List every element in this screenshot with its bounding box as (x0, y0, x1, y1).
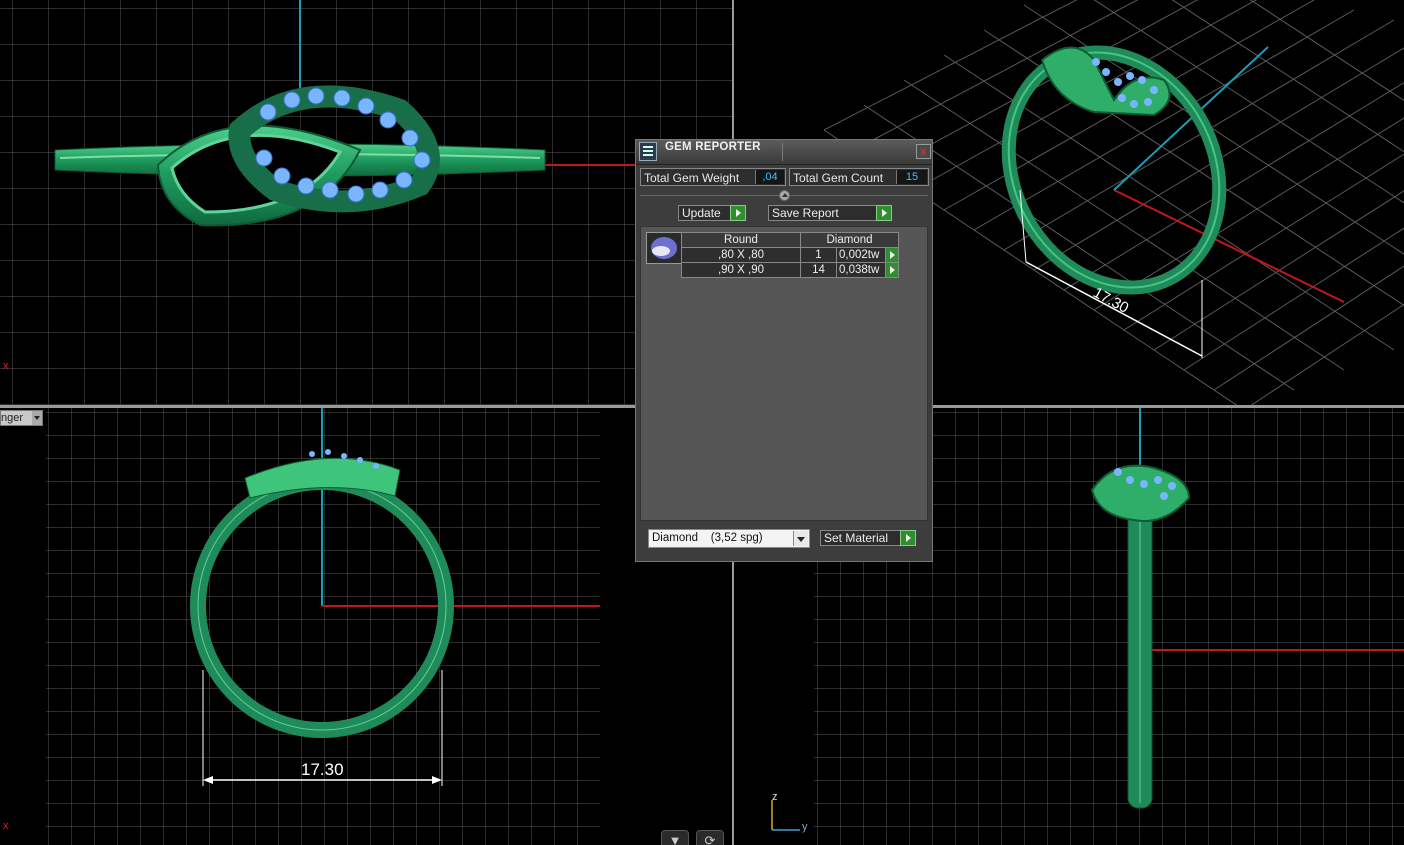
gem-list[interactable]: Round Diamond ,80 X ,80 1 0,002tw ,90 X … (640, 226, 928, 521)
total-gem-weight-value: ,04 (755, 170, 784, 184)
set-material-button-label: Set Material (824, 531, 889, 545)
viewport-top-canvas (0, 0, 732, 405)
set-material-button[interactable]: Set Material (820, 530, 916, 546)
titlebar-divider (782, 143, 783, 161)
total-gem-count-label: Total Gem Count (793, 171, 884, 185)
axis-x-marker: x (3, 360, 9, 372)
table-row[interactable]: ,80 X ,80 1 0,002tw (681, 247, 899, 263)
pin-icon[interactable]: ▼ (661, 830, 689, 845)
gem-count: 14 (800, 262, 837, 278)
axis-x-marker-front: x (3, 820, 9, 832)
material-select-value: Diamond (3,52 spg) (652, 532, 763, 544)
material-header: Diamond (800, 232, 899, 248)
dialog-titlebar[interactable]: GEM REPORTER x (636, 140, 932, 165)
chevron-down-icon (32, 411, 42, 425)
viewport-top[interactable]: x (0, 0, 732, 405)
save-report-button[interactable]: Save Report (768, 205, 892, 221)
view-selector[interactable]: nger (0, 410, 43, 426)
gem-size: ,80 X ,80 (681, 247, 801, 263)
axis-y-label: y (802, 821, 808, 833)
close-icon[interactable]: x (916, 144, 931, 159)
row-arrow-icon[interactable] (885, 247, 899, 263)
gem-reporter-dialog: GEM REPORTER x Total Gem Weight ,04 Tota… (635, 139, 933, 562)
gem-reporter-icon (639, 142, 657, 161)
gem-count: 1 (800, 247, 837, 263)
play-arrow-icon (900, 530, 916, 546)
viewport-front[interactable]: 17.30 nger x ▼ ⟳ (0, 408, 732, 845)
row-arrow-icon[interactable] (885, 262, 899, 278)
gem-table: Round Diamond ,80 X ,80 1 0,002tw ,90 X … (681, 232, 899, 278)
axis-z-label: z (772, 791, 778, 803)
material-select[interactable]: Diamond (3,52 spg) (648, 529, 810, 548)
gem-weight: 0,038tw (836, 262, 886, 278)
gem-size: ,90 X ,90 (681, 262, 801, 278)
play-arrow-icon (730, 205, 746, 221)
total-gem-count-value: 15 (896, 170, 927, 184)
gem-weight: 0,002tw (836, 247, 886, 263)
gem-table-header: Round Diamond (681, 232, 899, 248)
shape-header: Round (681, 232, 801, 248)
rotate-icon[interactable]: ⟳ (696, 830, 724, 845)
viewport-front-canvas (46, 408, 600, 845)
update-button[interactable]: Update (678, 205, 746, 221)
total-gem-count: Total Gem Count 15 (789, 168, 929, 186)
table-row[interactable]: ,90 X ,90 14 0,038tw (681, 262, 899, 278)
collapse-icon[interactable] (779, 190, 790, 201)
gem-thumbnail-icon[interactable] (646, 232, 682, 264)
update-button-label: Update (682, 206, 721, 220)
dimension-label-front: 17.30 (301, 760, 344, 779)
dialog-title: GEM REPORTER (665, 141, 761, 153)
chevron-down-icon (793, 531, 808, 546)
total-gem-weight-label: Total Gem Weight (644, 171, 740, 185)
total-gem-weight: Total Gem Weight ,04 (640, 168, 786, 186)
save-report-button-label: Save Report (772, 206, 839, 220)
play-arrow-icon (876, 205, 892, 221)
